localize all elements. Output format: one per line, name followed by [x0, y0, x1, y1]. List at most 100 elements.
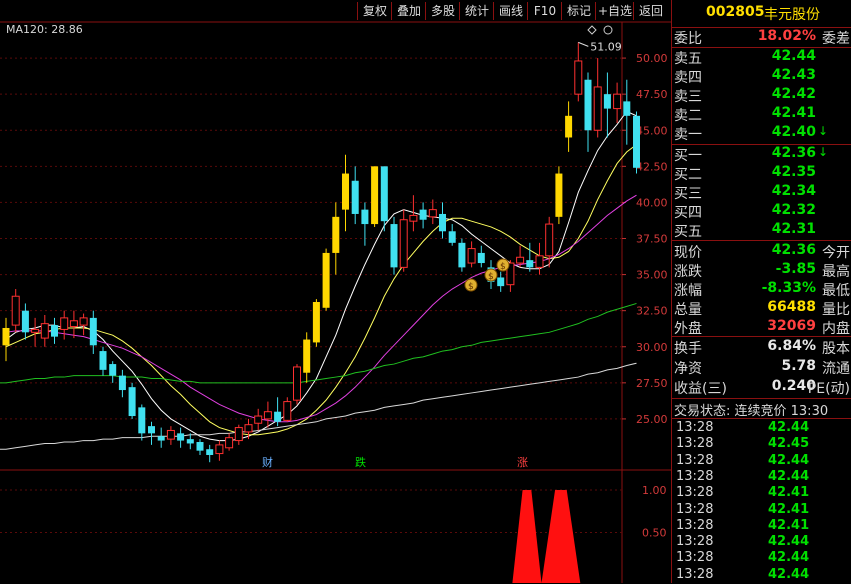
y-tick-label: 45.00	[636, 124, 668, 137]
candle-body	[603, 94, 611, 109]
candle-body	[380, 166, 388, 222]
candle-body	[186, 439, 194, 444]
weibi-row: 委比 18.02% 委差	[672, 28, 851, 47]
candle-body	[128, 387, 136, 417]
candle-body	[584, 79, 592, 131]
candle-body	[89, 317, 97, 346]
stock-name: 丰元股份	[764, 7, 820, 23]
tick-time: 13:28	[676, 566, 714, 582]
ma-line-ma10	[5, 144, 637, 436]
candle-body	[399, 219, 408, 268]
candlestick-chart[interactable]: 50.00 47.50 45.00 42.50 40.00 37.50 35.00 32.50…	[0, 0, 671, 583]
tick-time: 13:28	[676, 468, 714, 484]
tick-row: 13:28 42.44	[672, 420, 851, 437]
candle-body	[274, 411, 282, 422]
tick-price: 42.44	[768, 420, 810, 435]
candle-body	[196, 442, 204, 451]
candle-body	[477, 252, 485, 264]
bid-row-1-value: 42.36	[771, 145, 816, 161]
tick-row: 13:28 42.45	[672, 436, 851, 453]
ask-row-2-value: 42.41	[771, 105, 816, 121]
money-bag-symbol: $	[468, 282, 474, 292]
candle-body	[215, 444, 224, 455]
tick-row: 13:28 42.41	[672, 485, 851, 502]
stat-row-3-label: 总量	[674, 302, 702, 318]
bid-row-4-label: 买四	[674, 205, 702, 221]
tick-time: 13:28	[676, 501, 714, 517]
candle-body	[439, 213, 446, 232]
candle-body	[138, 407, 146, 434]
candle-body	[166, 429, 175, 440]
candle-body	[467, 248, 476, 264]
stat-row-1: 涨跌 -3.85 最高	[672, 261, 851, 280]
stat-row-1-value: -3.85	[775, 261, 816, 277]
bid-row-3-label: 买三	[674, 186, 702, 202]
stat-row-0-value: 42.36	[771, 242, 816, 258]
candle-body	[593, 86, 602, 131]
y-tick-label: 30.00	[636, 341, 668, 354]
y-tick-label: 32.50	[636, 305, 668, 318]
candle-body	[79, 317, 88, 326]
bid-row-5: 买五 42.31	[672, 221, 851, 240]
ask-row-4-label: 卖四	[674, 70, 702, 86]
candle-body	[234, 427, 243, 442]
signal-peak	[541, 490, 581, 583]
y-tick-label: 27.50	[636, 377, 668, 390]
stat2-row-1: 净资 5.78 流通	[672, 358, 851, 377]
bid-row-3: 买三 42.34	[672, 183, 851, 202]
stock-header: 002805 丰元股份	[672, 4, 851, 24]
y-tick-label: 37.50	[636, 233, 668, 246]
candle-body	[148, 426, 155, 434]
sub-tick-label: 1.00	[642, 484, 667, 497]
bid-row-5-label: 买五	[674, 224, 702, 240]
candle-body	[40, 323, 49, 339]
candle-body	[497, 277, 505, 287]
trade-status-text: 交易状态: 连续竞价 13:30	[674, 404, 829, 419]
candle-body	[526, 260, 534, 268]
ask-row-1-label: 卖一	[674, 127, 702, 143]
tick-price: 42.41	[768, 501, 810, 517]
ask-row-4: 卖四 42.43	[672, 67, 851, 86]
y-tick-label: 50.00	[636, 52, 668, 65]
tick-price: 42.41	[768, 517, 810, 533]
ask-row-3-label: 卖三	[674, 89, 702, 105]
stat-row-2: 涨幅 -8.33% 最低	[672, 280, 851, 299]
candle-body	[11, 295, 20, 326]
stat2-row-1-label: 净资	[674, 361, 702, 377]
tick-time: 13:28	[676, 534, 714, 550]
weicha-label: 委差	[822, 31, 850, 47]
event-tag-2: 涨	[517, 456, 528, 469]
bid-row-1-label: 买一	[674, 148, 702, 164]
candle-body	[574, 60, 583, 95]
tick-price: 42.44	[768, 550, 810, 566]
candle-body	[69, 320, 78, 328]
down-arrow-icon: ↓	[817, 124, 828, 138]
candle-body	[99, 351, 107, 370]
money-bag-symbol: $	[500, 262, 506, 272]
tick-time: 13:28	[676, 436, 714, 452]
stat-row-4-label: 外盘	[674, 321, 702, 337]
tick-row: 13:28 42.41	[672, 502, 851, 519]
candle-body	[118, 375, 126, 391]
ask-row-3-value: 42.42	[771, 86, 816, 102]
trade-status: 交易状态: 连续竞价 13:30	[672, 400, 851, 419]
stat-row-4-right: 内盘	[822, 321, 850, 337]
candle-body	[293, 366, 301, 401]
stat-row-1-label: 涨跌	[674, 264, 702, 280]
tick-row: 13:28 42.44	[672, 453, 851, 470]
candle-body	[516, 256, 525, 264]
ask-row-2: 卖二 42.41	[672, 105, 851, 124]
event-tag-1: 跌	[355, 455, 366, 469]
candle-body	[458, 242, 466, 268]
candle-body	[623, 101, 631, 116]
tick-price: 42.41	[768, 485, 810, 501]
stat-row-4: 外盘 32069 内盘	[672, 318, 851, 337]
ma120-readout: MA120: 28.86	[6, 23, 83, 36]
candle-body	[545, 223, 554, 257]
stat2-row-1-value: 5.78	[781, 358, 816, 374]
stat-row-0: 现价 42.36 今开	[672, 242, 851, 261]
sub-tick-label: 0.50	[642, 527, 667, 540]
ask-row-5-value: 42.44	[771, 48, 816, 64]
weibi-value: 18.02%	[757, 28, 816, 44]
stat2-row-0-right: 股本	[822, 341, 850, 357]
